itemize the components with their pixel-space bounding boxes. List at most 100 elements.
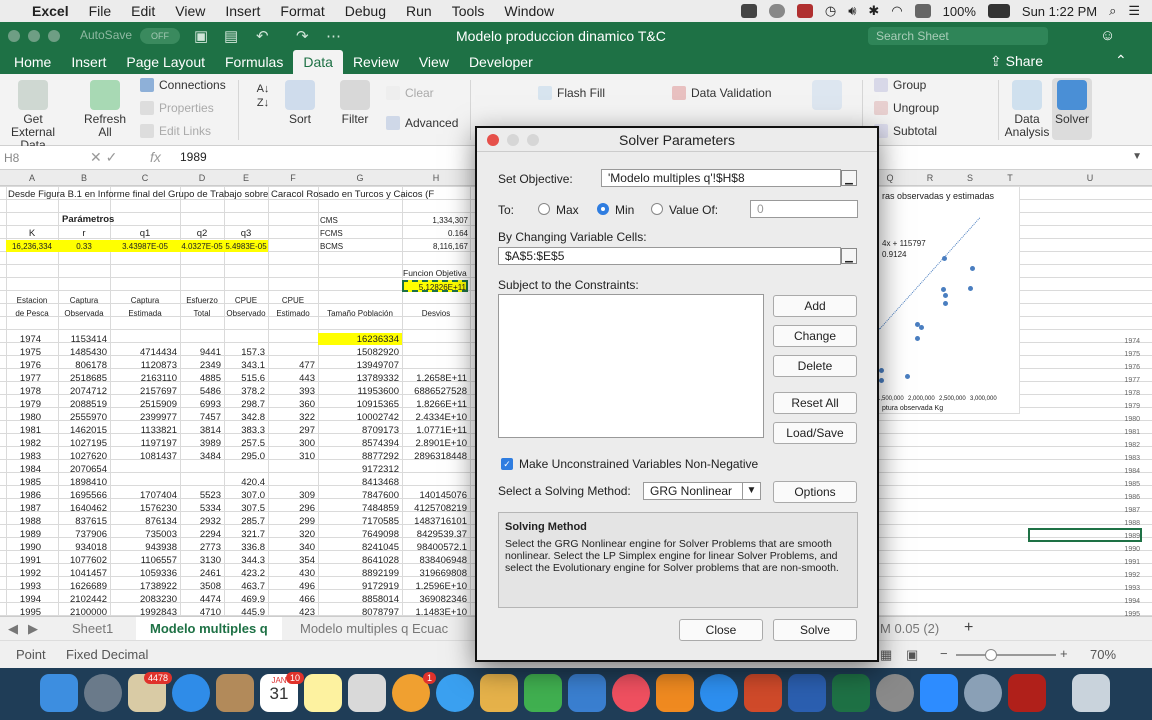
table-cell[interactable]: 496 (268, 581, 315, 592)
solve-button[interactable]: Solve (773, 619, 857, 641)
tab-review[interactable]: Review (343, 50, 409, 74)
word-icon[interactable] (788, 674, 826, 712)
column-header-d[interactable]: D (180, 173, 224, 183)
row-year-right[interactable]: 1979 (1110, 401, 1140, 412)
column-header-r[interactable]: R (920, 173, 940, 183)
zoom-slider[interactable] (956, 654, 1056, 656)
table-cell[interactable]: 463.7 (224, 581, 265, 592)
table-cell[interactable]: 4885 (180, 373, 221, 384)
funcion-objetivo-value[interactable]: 5.12826E+11 (402, 282, 466, 293)
next-sheet-icon[interactable]: ▶ (28, 621, 38, 637)
table-cell[interactable]: 4474 (180, 594, 221, 605)
table-cell[interactable]: 1.8266E+11 (402, 399, 467, 410)
table-cell[interactable]: 1979 (6, 399, 55, 410)
changing-cells-input[interactable]: $A$5:$E$5 (498, 247, 841, 265)
table-cell[interactable]: 319669808 (402, 568, 467, 579)
table-cell[interactable]: 876134 (110, 516, 177, 527)
col-header-2[interactable]: Observada (58, 308, 110, 319)
table-cell[interactable]: 310 (268, 451, 315, 462)
cloud-icon[interactable] (768, 4, 785, 18)
wifi-icon[interactable]: ◠ (891, 3, 902, 19)
messages-icon[interactable] (436, 674, 474, 712)
sheet-tab-sheet1[interactable]: Sheet1 (72, 621, 113, 636)
table-cell[interactable]: 322 (268, 412, 315, 423)
table-cell[interactable]: 1994 (6, 594, 55, 605)
table-cell[interactable]: 477 (268, 360, 315, 371)
table-cell[interactable]: 5523 (180, 490, 221, 501)
table-cell[interactable]: 515.6 (224, 373, 265, 384)
table-cell[interactable]: 2074712 (58, 386, 107, 397)
feedback-smiley-icon[interactable]: ☺ (1100, 27, 1115, 44)
options-button[interactable]: Options (773, 481, 857, 503)
row-year-right[interactable]: 1987 (1110, 505, 1140, 516)
min-radio[interactable] (597, 203, 609, 215)
table-cell[interactable]: 466 (268, 594, 315, 605)
table-cell[interactable]: 2100000 (58, 607, 107, 616)
menu-file[interactable]: File (89, 3, 112, 19)
table-cell[interactable]: 1980 (6, 412, 55, 423)
row-year-right[interactable]: 1986 (1110, 492, 1140, 503)
column-header-b[interactable]: B (58, 173, 110, 183)
sheet-tab-modelo-multiples-q[interactable]: Modelo multiples q (136, 617, 282, 641)
table-cell[interactable]: 943938 (110, 542, 177, 553)
param-name[interactable]: q1 (110, 228, 180, 239)
table-cell[interactable]: 378.2 (224, 386, 265, 397)
share-button[interactable]: ⇪ Share (990, 53, 1043, 70)
add-button[interactable]: Add (773, 295, 857, 317)
keyboard-icon[interactable] (914, 4, 931, 18)
cms-value[interactable]: 8,116,167 (402, 241, 468, 252)
objective-input[interactable]: 'Modelo multiples q'!$H$8 (601, 169, 841, 187)
autosave-toggle[interactable]: OFF (140, 28, 180, 44)
table-cell[interactable]: 1992 (6, 568, 55, 579)
table-cell[interactable]: 321.7 (224, 529, 265, 540)
selected-cell[interactable] (1028, 528, 1142, 542)
window-close-icon[interactable] (8, 30, 20, 42)
column-header-s[interactable]: S (960, 173, 980, 183)
table-cell[interactable]: 1.2658E+11 (402, 373, 467, 384)
column-header-h[interactable]: H (402, 173, 470, 183)
tab-home[interactable]: Home (4, 50, 61, 74)
table-cell[interactable]: 343.1 (224, 360, 265, 371)
table-cell[interactable]: 423 (268, 607, 315, 616)
table-cell[interactable]: 8641028 (318, 555, 399, 566)
page-layout-view-icon[interactable]: ▣ (906, 647, 918, 663)
normal-view-icon[interactable]: ▦ (880, 647, 892, 663)
col-header-2[interactable]: Observado (224, 308, 268, 319)
table-cell[interactable]: 1984 (6, 464, 55, 475)
close-button[interactable]: Close (679, 619, 763, 641)
undo-icon[interactable]: ↶ (256, 27, 269, 45)
contacts-icon[interactable] (216, 674, 254, 712)
table-cell[interactable]: 297 (268, 425, 315, 436)
table-cell[interactable]: 1992843 (110, 607, 177, 616)
column-header-c[interactable]: C (110, 173, 180, 183)
table-cell[interactable]: 6993 (180, 399, 221, 410)
col-header-2[interactable]: Desvios (402, 308, 470, 319)
table-cell[interactable]: 354 (268, 555, 315, 566)
zoom-slider-thumb[interactable] (985, 649, 997, 661)
what-if-button[interactable] (804, 80, 850, 113)
table-cell[interactable]: 157.3 (224, 347, 265, 358)
table-cell[interactable]: 8413468 (318, 477, 399, 488)
changing-range-picker-icon[interactable]: ▁ (841, 248, 857, 264)
table-cell[interactable]: 360 (268, 399, 315, 410)
notes-icon[interactable] (304, 674, 342, 712)
table-cell[interactable]: 8892199 (318, 568, 399, 579)
menu-view[interactable]: View (175, 3, 205, 19)
data-validation-button[interactable]: Data Validation (672, 86, 772, 100)
column-header-g[interactable]: G (318, 173, 402, 183)
table-cell[interactable]: 342.8 (224, 412, 265, 423)
table-cell[interactable]: 257.5 (224, 438, 265, 449)
tab-formulas[interactable]: Formulas (215, 50, 293, 74)
keynote-icon[interactable] (568, 674, 606, 712)
max-radio[interactable] (538, 203, 550, 215)
menu-insert[interactable]: Insert (225, 3, 260, 19)
table-cell[interactable]: 9441 (180, 347, 221, 358)
table-cell[interactable]: 1995 (6, 607, 55, 616)
table-cell[interactable]: 2070654 (58, 464, 107, 475)
trash-icon[interactable] (1072, 674, 1110, 712)
sheet-tab-modelo-ecuac[interactable]: Modelo multiples q Ecuac (300, 621, 448, 636)
row-year-right[interactable]: 1991 (1110, 557, 1140, 568)
name-box[interactable]: H8 (2, 149, 72, 167)
table-cell[interactable]: 2399977 (110, 412, 177, 423)
advanced-button[interactable]: Advanced (386, 116, 458, 130)
